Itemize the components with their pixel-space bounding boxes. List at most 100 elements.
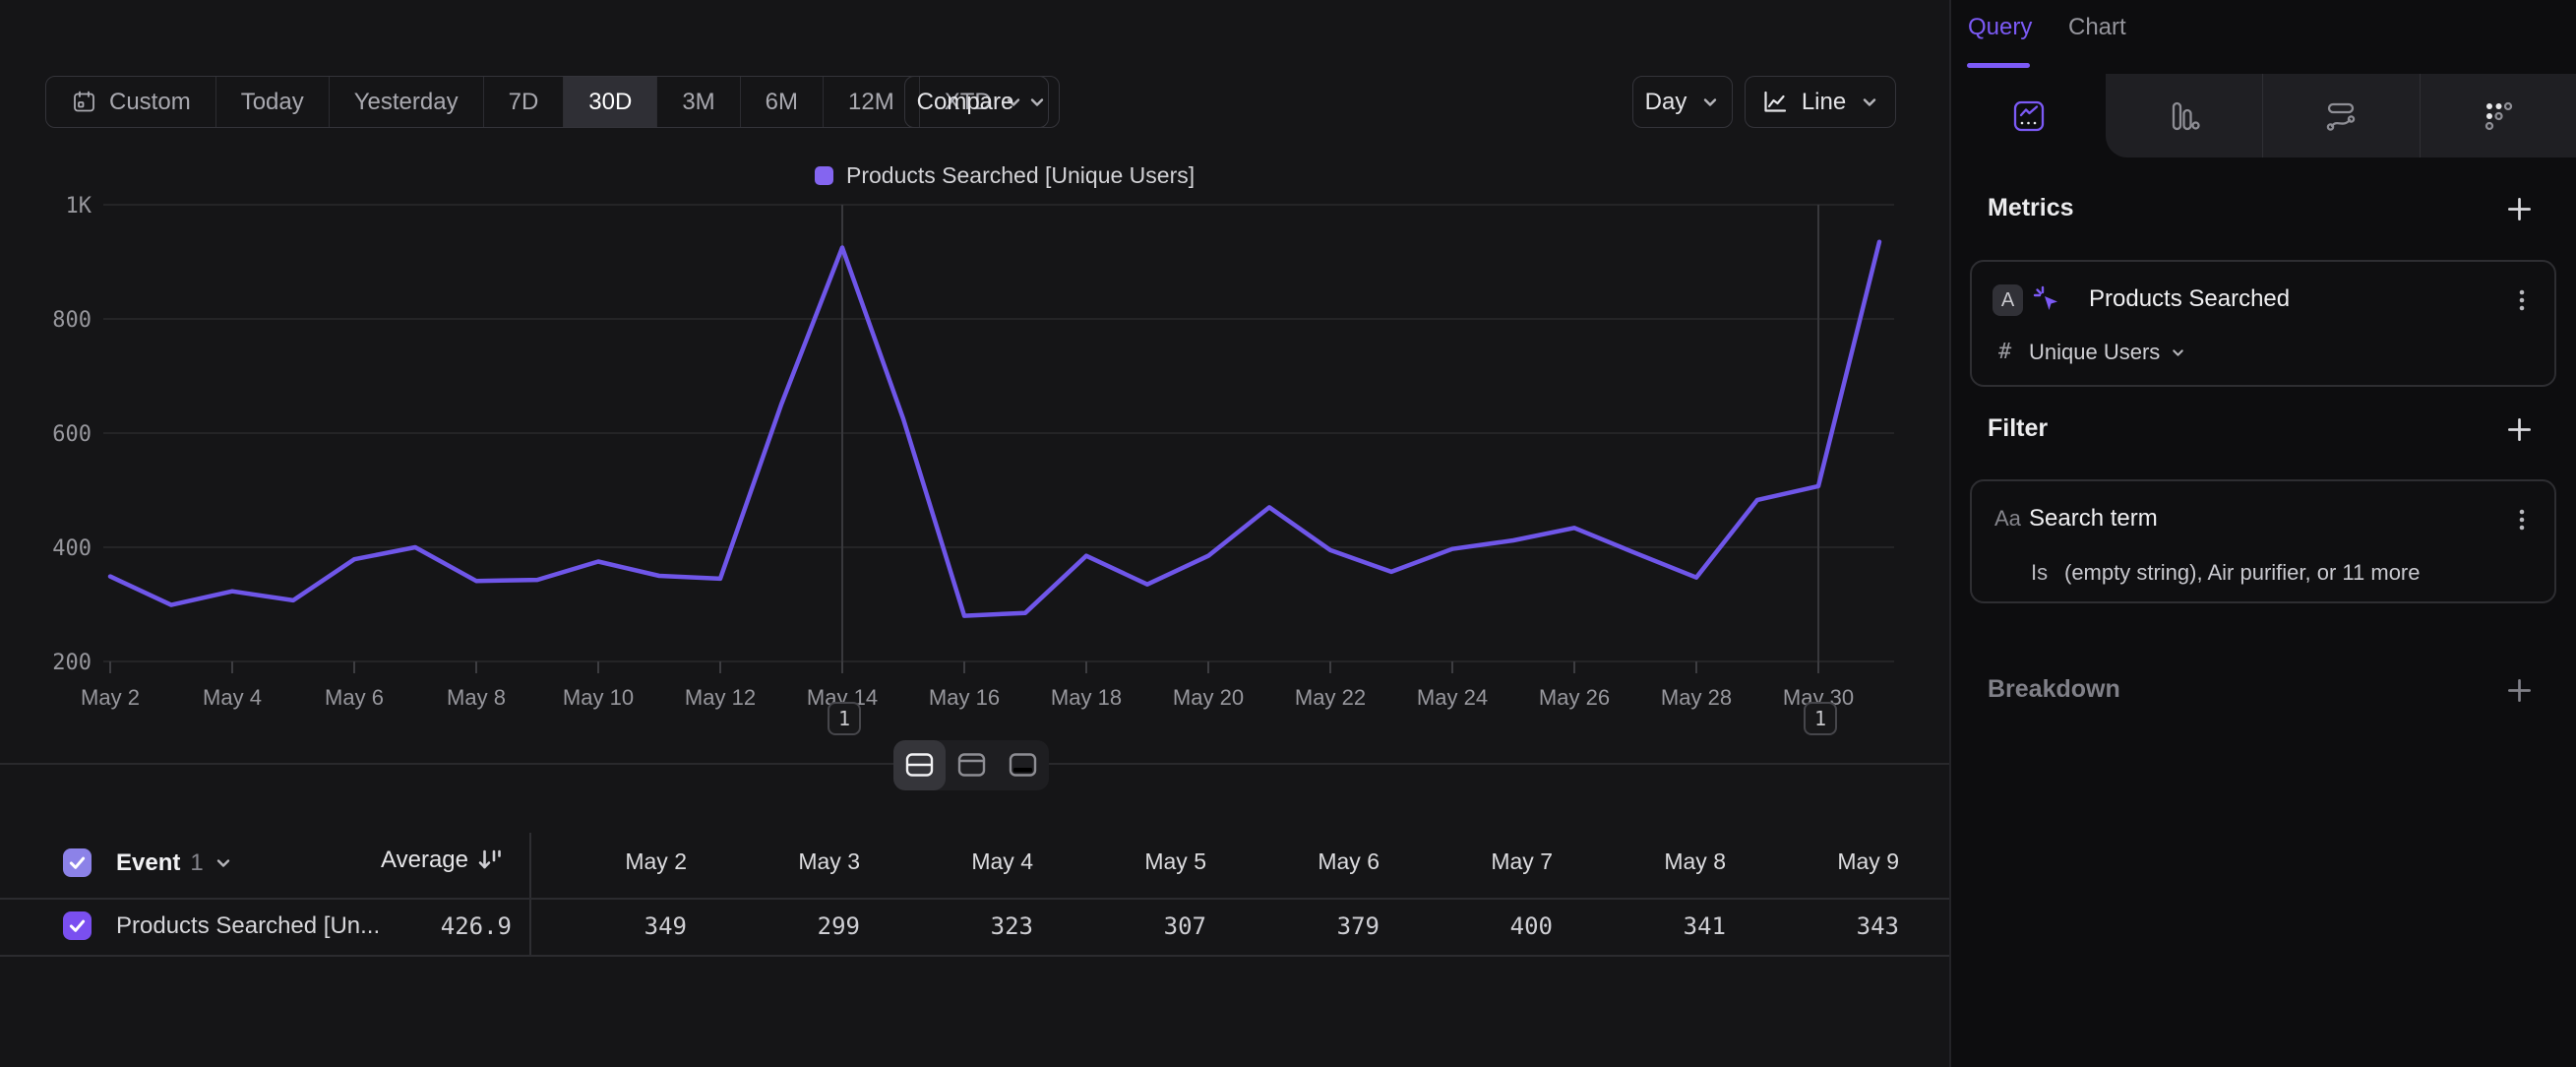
date-column-header: May 5: [1033, 848, 1206, 875]
retention-dots-icon: [2482, 99, 2515, 133]
date-column-header: May 4: [860, 848, 1033, 875]
chevron-down-icon: [1700, 93, 1720, 112]
add-filter-button[interactable]: [2499, 411, 2539, 447]
tab-chart[interactable]: Chart: [2068, 14, 2126, 41]
compare-button[interactable]: Compare: [904, 76, 1060, 128]
breakdown-header: Breakdown: [1988, 675, 2120, 704]
filter-condition-row: Is (empty string), Air purifier, or 11 m…: [1972, 554, 2554, 592]
insights-line-chart-icon: [2012, 99, 2046, 133]
chart-type-tab-bar[interactable]: [2106, 74, 2262, 157]
toolbar: CustomTodayYesterday7D30D3M6M12MXTD Comp…: [0, 76, 1949, 128]
filter-operator[interactable]: Is: [2031, 560, 2048, 586]
table-only-view-button[interactable]: [997, 740, 1049, 790]
date-cell-value: 379: [1206, 912, 1380, 940]
chart-type-tab-insights[interactable]: [1951, 74, 2106, 157]
chart-only-view-button[interactable]: [946, 740, 998, 790]
y-axis-label: 400: [52, 536, 92, 561]
x-axis-label: May 22: [1295, 685, 1366, 710]
range-30d[interactable]: 30D: [563, 77, 656, 127]
query-sidebar: Query Chart: [1951, 0, 2576, 1067]
range-6m[interactable]: 6M: [740, 77, 823, 127]
date-cell-value: 400: [1380, 912, 1553, 940]
line-chart: 2004006008001KMay 2May 4May 6May 8May 10…: [0, 187, 1949, 743]
check-icon: [67, 852, 88, 873]
range-today[interactable]: Today: [215, 77, 329, 127]
chart-canvas: 2004006008001KMay 2May 4May 6May 8May 10…: [0, 187, 1949, 743]
annotation-marker[interactable]: 1: [1804, 702, 1837, 735]
add-breakdown-button[interactable]: [2499, 672, 2539, 708]
date-column-header: May 2: [514, 848, 687, 875]
plus-icon: [2506, 677, 2533, 704]
kebab-menu-icon: [2509, 507, 2535, 533]
date-range-group: CustomTodayYesterday7D30D3M6M12MXTD: [45, 76, 1049, 128]
string-type-badge: Aa: [1994, 506, 2021, 532]
event-cursor-icon: [2031, 283, 2063, 316]
legend-swatch: [815, 166, 833, 185]
y-axis-label: 1K: [66, 194, 92, 219]
chart-type-tab-flow[interactable]: [2262, 74, 2420, 157]
x-axis-label: May 4: [203, 685, 262, 710]
range-custom[interactable]: Custom: [46, 77, 215, 127]
table-header-border: [0, 898, 1949, 900]
range-3m[interactable]: 3M: [656, 77, 739, 127]
annotation-marker[interactable]: 1: [828, 702, 861, 735]
table-only-view-icon: [1008, 752, 1038, 779]
range-7d[interactable]: 7D: [483, 77, 564, 127]
chart-type-tab-retention[interactable]: [2420, 74, 2576, 157]
date-cell-value: 343: [1726, 912, 1899, 940]
chart-type-button[interactable]: Line: [1745, 76, 1896, 128]
event-column-header[interactable]: Event 1: [116, 848, 233, 878]
x-axis-label: May 26: [1539, 685, 1610, 710]
insights-report-app: CustomTodayYesterday7D30D3M6M12MXTD Comp…: [0, 0, 2576, 1067]
bar-chart-icon: [2168, 99, 2201, 133]
measure-label: Unique Users: [2029, 340, 2160, 365]
metric-measure-row: # Unique Users: [1972, 335, 2554, 372]
x-axis-label: May 10: [563, 685, 634, 710]
flow-sankey-icon: [2324, 99, 2358, 133]
row-checkbox[interactable]: [63, 911, 92, 940]
date-cell-value: 323: [860, 912, 1033, 940]
series-line[interactable]: [110, 242, 1879, 616]
check-icon: [67, 915, 88, 936]
filter-value[interactable]: (empty string), Air purifier, or 11 more: [2064, 560, 2421, 586]
add-metric-button[interactable]: [2499, 191, 2539, 226]
range-yesterday[interactable]: Yesterday: [329, 77, 483, 127]
x-axis-label: May 12: [685, 685, 756, 710]
select-all-checkbox[interactable]: [63, 848, 92, 877]
filter-title: Search term: [2029, 505, 2158, 533]
average-column-header: Average: [325, 847, 504, 874]
chevron-down-icon: [1860, 93, 1879, 112]
granularity-label: Day: [1645, 89, 1687, 116]
x-axis-label: May 6: [325, 685, 384, 710]
tab-query[interactable]: Query: [1968, 14, 2032, 41]
plus-icon: [2506, 196, 2533, 222]
date-column-header: May 9: [1726, 848, 1899, 875]
x-axis-label: May 28: [1661, 685, 1732, 710]
table-row-average: 426.9: [325, 912, 512, 940]
split-view-button[interactable]: [893, 740, 946, 790]
number-symbol: #: [1998, 340, 2011, 364]
granularity-button[interactable]: Day: [1632, 76, 1733, 128]
chart-type-label: Line: [1802, 89, 1846, 116]
active-tab-underline: [1967, 63, 2030, 68]
filter-card[interactable]: Aa Search term Is (empty string), Air pu…: [1970, 479, 2556, 603]
x-axis-label: May 16: [929, 685, 1000, 710]
metric-card[interactable]: A Products Searched # Unique Users: [1970, 260, 2556, 387]
y-axis-label: 200: [52, 651, 92, 675]
chart-type-strip: [1951, 74, 2576, 157]
filter-options-button[interactable]: [2503, 501, 2541, 538]
event-count: 1: [190, 849, 203, 877]
x-axis-label: May 24: [1417, 685, 1488, 710]
metric-options-button[interactable]: [2503, 282, 2541, 319]
date-column-header: May 8: [1553, 848, 1726, 875]
line-chart-icon: [1761, 89, 1788, 115]
measure-dropdown[interactable]: Unique Users: [2029, 340, 2186, 365]
y-axis-label: 600: [52, 422, 92, 447]
plus-icon: [2506, 416, 2533, 443]
filter-header: Filter: [1988, 414, 2048, 443]
date-cell-value: 341: [1553, 912, 1726, 940]
metric-card-row: A Products Searched: [1972, 282, 2554, 319]
sort-descending-icon[interactable]: [476, 847, 504, 874]
compare-label: Compare: [917, 89, 1014, 116]
main-panel: CustomTodayYesterday7D30D3M6M12MXTD Comp…: [0, 0, 1949, 1067]
